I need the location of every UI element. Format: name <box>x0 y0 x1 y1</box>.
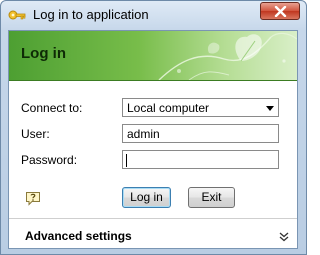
banner-divider <box>9 80 297 81</box>
advanced-divider <box>9 218 297 219</box>
login-banner: Log in <box>9 31 297 80</box>
exit-button[interactable]: Exit <box>188 187 235 208</box>
text-caret <box>126 154 127 167</box>
password-label: Password: <box>21 153 78 167</box>
window-title: Log in to application <box>33 7 149 22</box>
chevron-double-down-icon[interactable] <box>279 231 289 245</box>
dialog-body: Log in Connect to: Local computer User: … <box>8 30 298 249</box>
user-label: User: <box>21 127 50 141</box>
advanced-settings-label[interactable]: Advanced settings <box>25 229 132 243</box>
password-field[interactable] <box>122 150 279 169</box>
chevron-down-icon[interactable] <box>266 106 274 111</box>
page-title: Log in <box>21 45 66 62</box>
user-field[interactable] <box>122 124 279 143</box>
key-icon <box>8 7 26 23</box>
close-button[interactable] <box>260 2 300 20</box>
connect-to-value: Local computer <box>127 101 210 115</box>
connect-to-label: Connect to: <box>21 101 83 115</box>
connect-to-select[interactable]: Local computer <box>122 98 279 117</box>
login-button[interactable]: Log in <box>122 187 171 208</box>
login-window: Log in to application Log in Connect to:… <box>0 0 307 255</box>
title-bar[interactable]: Log in to application <box>1 1 306 29</box>
help-icon[interactable] <box>25 191 41 206</box>
